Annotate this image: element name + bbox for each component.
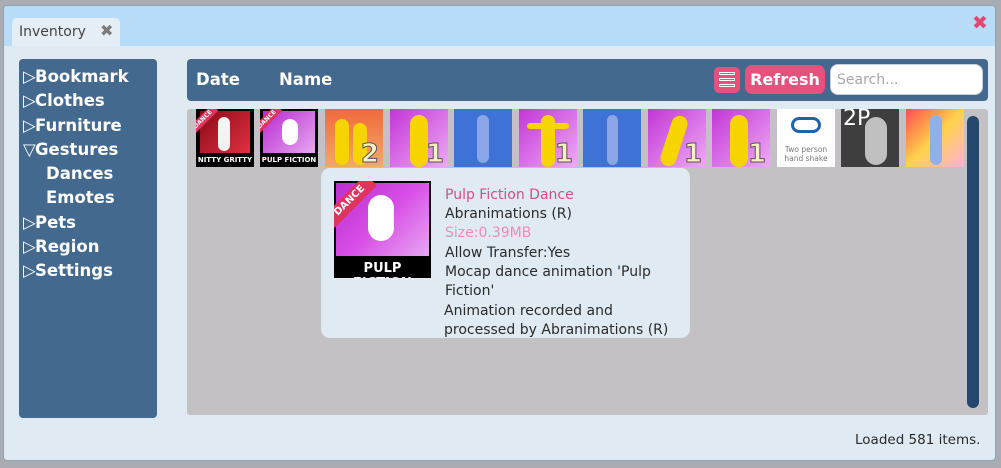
list-view-button[interactable] [714,67,740,93]
search-input[interactable] [830,64,983,95]
item-description-line: Fiction' [445,283,495,299]
item-thumb-rainbow-figure[interactable] [906,109,964,167]
sidebar-item-label: Bookmark [35,67,129,86]
collapse-arrow-icon: ▽ [23,139,36,159]
item-thumb-salute[interactable]: 1 [390,109,448,167]
category-sidebar: ▷Bookmark ▷Clothes ▷Furniture ▽Gestures … [19,59,157,418]
item-description-line: Animation recorded and [444,303,613,319]
item-count: 2 [360,139,379,168]
item-thumb-arms-out[interactable]: 1 [519,109,577,167]
item-transfer: Allow Transfer:Yes [445,245,571,261]
expand-arrow-icon: ▷ [23,91,36,111]
item-thumb-wave[interactable]: 1 [712,109,770,167]
item-thumb-2p[interactable]: 2P [841,109,899,167]
sidebar-item-bookmark[interactable]: ▷Bookmark [19,65,157,89]
item-size: Size:0.39MB [445,225,532,241]
sidebar-item-label: Dances [46,164,114,184]
refresh-button[interactable]: Refresh [745,65,825,94]
sidebar-item-label: Furniture [35,115,122,135]
item-thumb-lean[interactable]: 1 [648,109,706,167]
sidebar-item-clothes[interactable]: ▷Clothes [19,89,157,113]
sidebar-item-label: Region [35,237,100,257]
item-count: 1 [683,139,702,168]
sidebar-item-emotes[interactable]: Emotes [19,186,157,210]
item-thumb-pulp-fiction[interactable]: DANCE PULP FICTION [260,109,318,167]
expand-arrow-icon: ▷ [23,115,36,135]
tab-close-icon[interactable]: ✖ [100,21,113,40]
status-text: Loaded 581 items. [855,432,981,448]
item-description-line: Mocap dance animation 'Pulp [445,264,651,280]
item-caption: PULP FICTION [260,155,318,165]
item-thumb-nitty-gritty[interactable]: DANCE NITTY GRITTY [196,109,254,167]
tab-label: Inventory [19,24,86,40]
item-preview-image: DANCE PULP FICTION [334,181,431,278]
sidebar-item-settings[interactable]: ▷Settings [19,259,157,283]
sidebar-item-label: Settings [35,261,113,281]
item-tooltip: DANCE PULP FICTION Pulp Fiction Dance Ab… [321,168,690,338]
tab-inventory[interactable]: Inventory ✖ [12,18,120,46]
window-close-icon[interactable]: ✖ [972,12,988,34]
sidebar-item-label: Emotes [46,188,115,208]
inventory-window: Inventory ✖ ✖ ▷Bookmark ▷Clothes ▷Furnit… [3,5,996,461]
column-name[interactable]: Name [279,70,332,89]
item-count: 1 [554,139,573,168]
item-thumb-idle-figure[interactable] [454,109,512,167]
handshake-icon [791,117,821,133]
item-count: 1 [425,139,444,168]
sidebar-item-label: Clothes [35,91,105,111]
expand-arrow-icon: ▷ [23,67,36,86]
item-thumb-group-gesture[interactable]: 2 [325,109,383,167]
item-count: 1 [747,139,766,168]
sidebar-item-pets[interactable]: ▷Pets [19,211,157,235]
sidebar-item-furniture[interactable]: ▷Furniture [19,114,157,138]
preview-caption: PULP FICTION [353,261,412,278]
sidebar-item-region[interactable]: ▷Region [19,235,157,259]
item-thumb-handshake[interactable]: Two person hand shake [777,109,835,167]
sidebar-item-label: Pets [35,212,76,232]
item-caption: 2P [843,109,871,131]
expand-arrow-icon: ▷ [23,212,36,232]
column-date[interactable]: Date [196,70,240,89]
item-title: Pulp Fiction Dance [445,187,574,203]
item-creator: Abranimations (R) [445,206,572,222]
item-caption: NITTY GRITTY [196,155,254,165]
sidebar-item-gestures[interactable]: ▽Gestures [19,138,157,162]
title-bar: Inventory ✖ ✖ [4,6,995,46]
scrollbar[interactable] [967,116,979,408]
item-description-line: processed by Abranimations (R) [444,322,669,338]
item-caption: Two person hand shake [784,145,828,163]
item-thumb-standing-figure[interactable] [583,109,641,167]
list-header: Date Name Refresh [187,59,988,101]
sidebar-item-label: Gestures [35,139,119,159]
sidebar-item-dances[interactable]: Dances [19,162,157,186]
expand-arrow-icon: ▷ [23,261,36,281]
expand-arrow-icon: ▷ [23,237,36,257]
